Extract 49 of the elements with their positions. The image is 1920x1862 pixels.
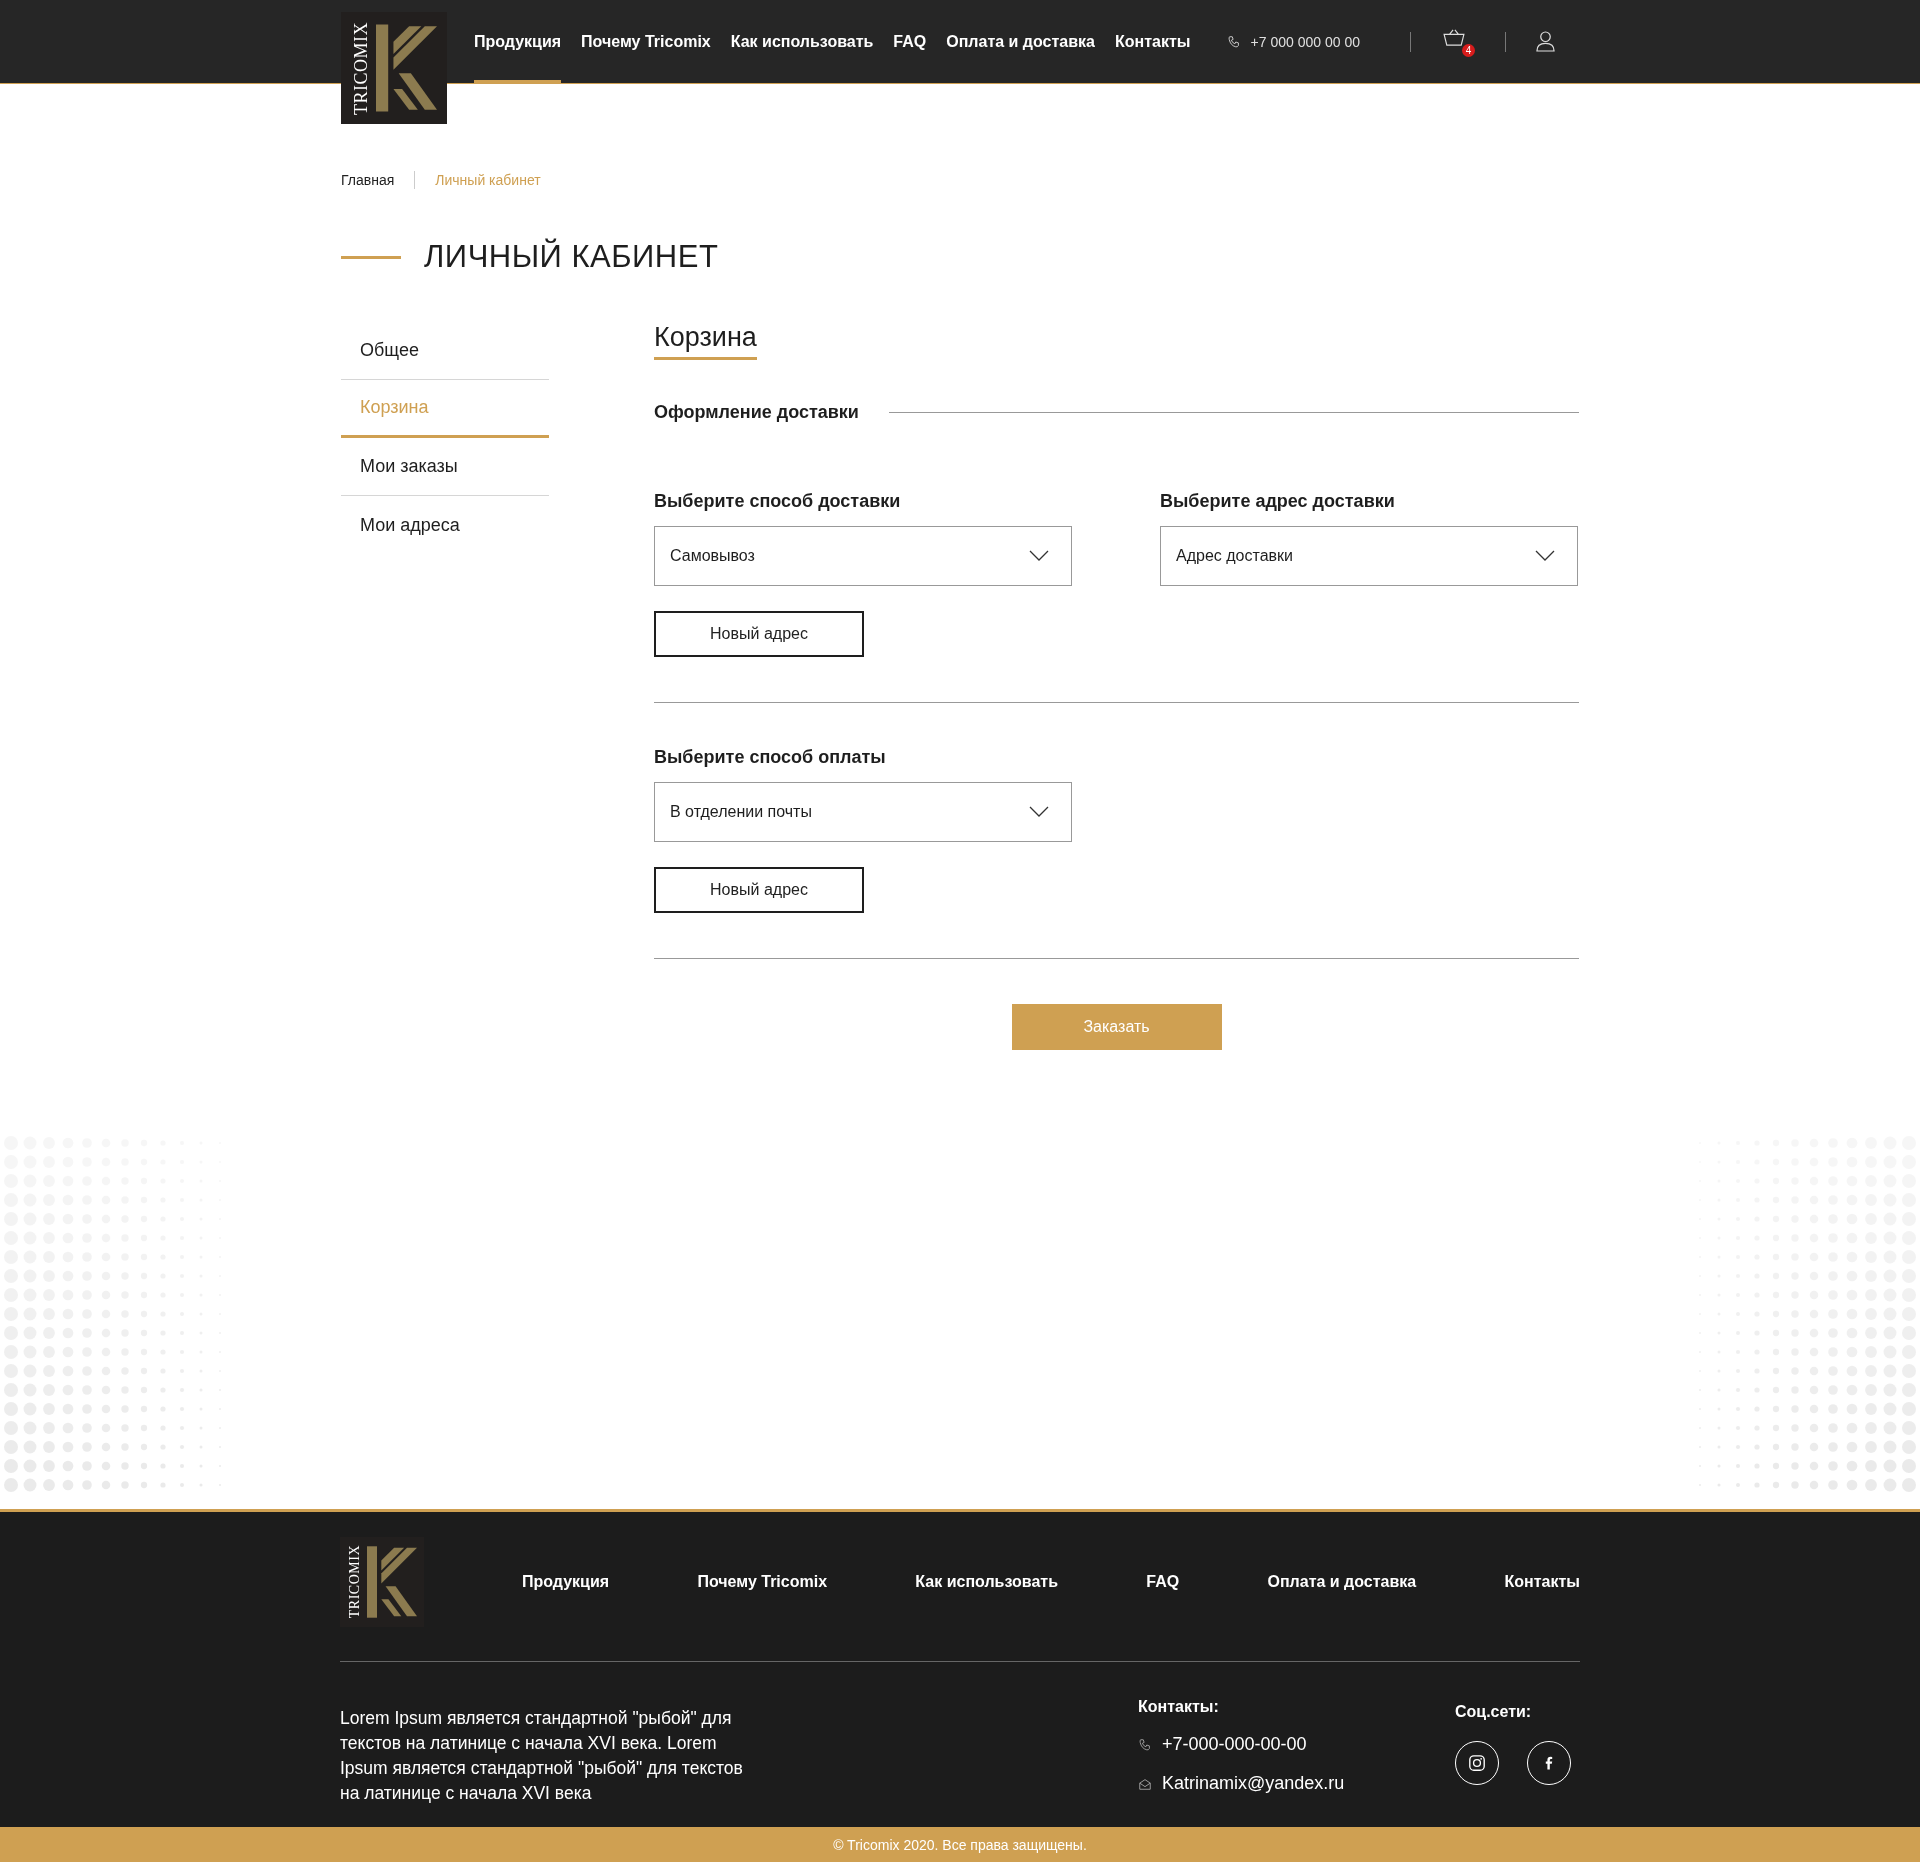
chevron-down-icon [1029,806,1049,818]
field-label: Выберите адрес доставки [1160,491,1395,512]
field-label: Выберите способ оплаты [654,747,886,768]
sidebar-item[interactable]: Мои заказы [341,438,549,496]
sidebar-item[interactable]: Общее [341,322,549,380]
phone-number[interactable]: +7 000 000 00 00 [1250,33,1360,50]
copyright-text: © Tricomix 2020. Все права защищены. [833,1836,1087,1853]
chevron-down-icon [1535,550,1555,562]
envelope-icon [1138,1776,1152,1791]
new-address-button[interactable]: Новый адрес [654,867,864,913]
phone-icon [1138,1737,1152,1752]
contacts-title: Контакты: [1138,1698,1220,1716]
basket-icon [1443,28,1465,47]
k-logo-icon [367,1545,417,1619]
payment-method-dropdown[interactable]: В отделении почты [654,782,1072,842]
social-title: Соц.сети: [1455,1703,1533,1721]
logo[interactable]: TRICOMIX [341,12,447,124]
footer-nav-link[interactable]: Оплата и доставка [1267,1573,1417,1591]
delivery-address-dropdown[interactable]: Адрес доставки [1160,526,1578,586]
nav-link[interactable]: Оплата и доставка [946,0,1095,83]
instagram-icon [1468,1754,1486,1772]
about-text: Lorem Ipsum является стандартной "рыбой" для текстов на латинице с начала XVI века. Lorem Ipsum является стандартной "рыбой" для текстов на латинице с начала XVI века [340,1707,744,1805]
chevron-down-icon [1029,550,1049,562]
cart-count-badge: 4 [1462,43,1475,57]
page-title: ЛИЧНЫЙ КАБИНЕТ [424,239,719,275]
footer-nav-link[interactable]: Продукция [522,1573,610,1591]
logo[interactable]: TRICOMIX [340,1537,424,1627]
delivery-method-dropdown[interactable]: Самовывоз [654,526,1072,586]
section-heading: Корзина [654,322,757,360]
footer-nav-link[interactable]: Как использовать [915,1573,1058,1591]
breadcrumb-link[interactable]: Главная [341,172,395,188]
field-label: Выберите способ доставки [654,491,901,512]
footer-nav-link[interactable]: Контакты [1504,1573,1580,1591]
footer-email[interactable]: Katrinamix@yandex.ru [1162,1773,1345,1794]
footer-nav-link[interactable]: FAQ [1146,1573,1180,1591]
nav-link[interactable]: Контакты [1114,0,1191,83]
footer-phone[interactable]: +7-000-000-00-00 [1162,1734,1307,1755]
user-icon[interactable] [1536,31,1555,52]
new-address-button[interactable]: Новый адрес [654,611,864,657]
sidebar-item[interactable]: Мои адреса [341,496,549,554]
footer-nav-link[interactable]: Почему Tricomix [697,1573,828,1591]
cart-button[interactable]: 4 [1441,26,1475,57]
phone-icon [1226,34,1241,49]
nav-link[interactable]: Продукция [474,0,562,83]
nav-link[interactable]: Почему Tricomix [581,0,711,83]
nav-link[interactable]: FAQ [893,0,927,83]
nav-link[interactable]: Как использовать [730,0,874,83]
subsection-title: Оформление доставки [654,402,859,423]
k-logo-icon [376,21,437,115]
